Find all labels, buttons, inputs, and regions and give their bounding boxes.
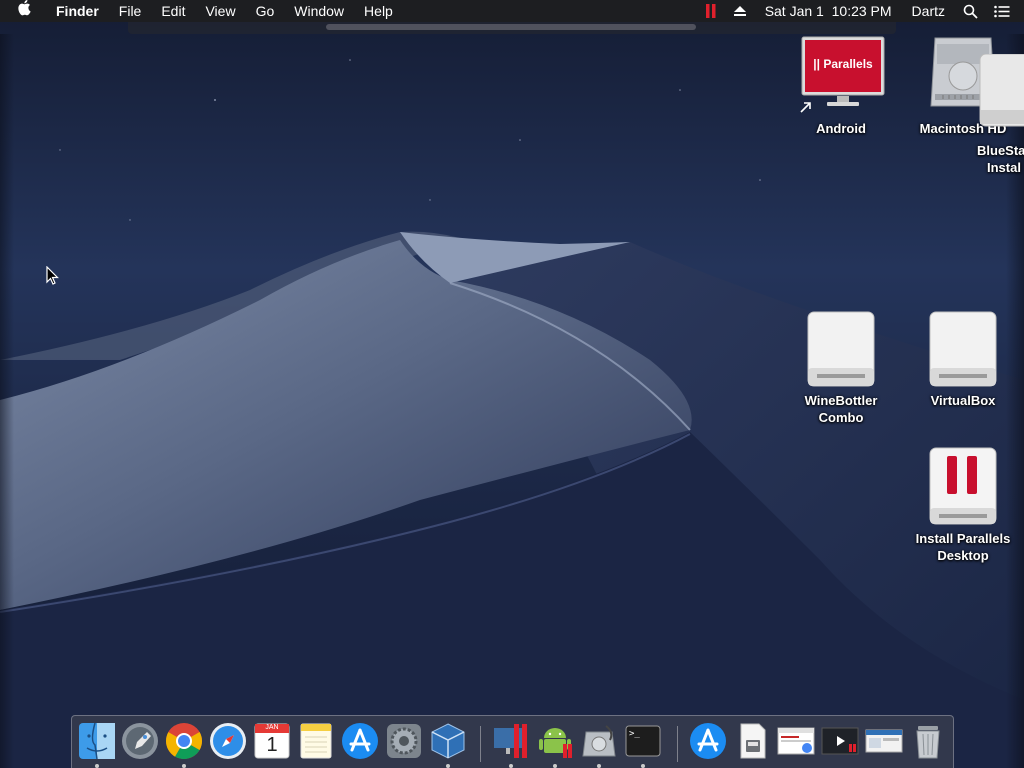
desktop-icon-install-parallels-desktop[interactable]: Install Parallels Desktop (903, 446, 1023, 564)
parallels-vm-alias-icon: || Parallels (800, 36, 885, 116)
eject-icon[interactable] (725, 0, 755, 22)
label-line-1: WineBottler (804, 393, 878, 408)
dock-system-preferences-icon[interactable] (385, 722, 423, 760)
menu-bar: Finder File Edit View Go Window Help Sat… (0, 0, 1024, 22)
dock-trash-icon[interactable] (909, 722, 947, 760)
parallels-installer-disk-icon (923, 446, 1003, 526)
dock-separator (677, 726, 678, 762)
running-indicator (509, 764, 513, 768)
dock-safari-icon[interactable] (209, 722, 247, 760)
menu-go[interactable]: Go (246, 0, 285, 22)
label-line-2: Instal (987, 160, 1021, 175)
dock-minimized-window-3-icon[interactable] (865, 722, 903, 760)
dock-app-store-icon[interactable] (341, 722, 379, 760)
running-indicator (446, 764, 450, 768)
desktop-icon-label: WineBottler Combo (781, 392, 901, 426)
mouse-pointer-icon (46, 266, 59, 285)
dock-minimized-window-2-icon[interactable] (821, 722, 859, 760)
desktop-icon-label: Install Parallels Desktop (903, 530, 1023, 564)
running-indicator (597, 764, 601, 768)
parallels-status-icon[interactable] (697, 0, 725, 22)
dock-android-icon[interactable] (536, 722, 574, 768)
dock-calendar-icon[interactable]: JAN 1 (253, 722, 291, 760)
calendar-month: JAN (265, 724, 279, 731)
label-line-1: BlueSta (977, 143, 1024, 158)
running-indicator (553, 764, 557, 768)
dock-notes-icon[interactable] (297, 722, 335, 760)
disk-image-icon (978, 54, 1024, 127)
background-window-toolbar (128, 22, 896, 34)
desktop[interactable]: Finder File Edit View Go Window Help Sat… (0, 0, 1024, 768)
apple-logo-icon[interactable] (0, 0, 46, 22)
running-indicator (182, 764, 186, 768)
desktop-icon-virtualbox[interactable]: VirtualBox (903, 308, 1023, 409)
menubar-user[interactable]: Dartz (902, 0, 955, 22)
dock: JAN 1 >_ (71, 715, 954, 768)
label-line-1: Install Parallels (915, 531, 1011, 546)
dock-minimized-window-1-icon[interactable] (777, 722, 815, 760)
android-screen-text: || Parallels (813, 57, 873, 71)
calendar-day: 1 (266, 734, 278, 756)
desktop-icon-label: VirtualBox (930, 393, 996, 408)
menu-window[interactable]: Window (284, 0, 354, 22)
external-disk-icon (801, 308, 881, 388)
desktop-icon-winebottler-combo[interactable]: WineBottler Combo (781, 308, 901, 426)
dock-separator (480, 726, 481, 762)
label-line-2: Combo (818, 410, 864, 425)
dock-documents-icon[interactable] (733, 722, 771, 760)
dock-chrome-icon[interactable] (165, 722, 203, 768)
menu-help[interactable]: Help (354, 0, 403, 22)
menu-file[interactable]: File (109, 0, 152, 22)
menu-view[interactable]: View (195, 0, 245, 22)
terminal-prompt: >_ (629, 729, 640, 739)
desktop-icon-bluestacks-installer[interactable]: BlueSta Instal (960, 54, 1024, 176)
dock-parallels-icon[interactable] (492, 722, 530, 768)
notification-center-icon[interactable] (986, 0, 1018, 22)
spotlight-search-icon[interactable] (955, 0, 986, 22)
dock-terminal-icon[interactable]: >_ (624, 722, 662, 768)
menu-app-finder[interactable]: Finder (46, 0, 109, 22)
dock-disk-utility-icon[interactable] (580, 722, 618, 768)
external-disk-icon (923, 308, 1003, 388)
alias-arrow-icon (800, 102, 811, 113)
label-line-2: Desktop (937, 548, 989, 563)
running-indicator (95, 764, 99, 768)
desktop-icon-label: BlueSta Instal (960, 142, 1024, 176)
window-shadow-left (0, 34, 14, 768)
desktop-icon-android[interactable]: || Parallels Android (781, 36, 901, 137)
running-indicator (641, 764, 645, 768)
dock-finder-icon[interactable] (78, 722, 116, 768)
dock-launchpad-icon[interactable] (121, 722, 159, 760)
dock-applications-folder-icon[interactable] (689, 722, 727, 760)
desktop-icon-label: Android (816, 121, 866, 136)
dock-virtualbox-icon[interactable] (429, 722, 467, 768)
background-window-scrollbar (326, 24, 696, 30)
menubar-clock[interactable]: Sat Jan 1 10:23 PM (755, 0, 902, 22)
menu-edit[interactable]: Edit (151, 0, 195, 22)
